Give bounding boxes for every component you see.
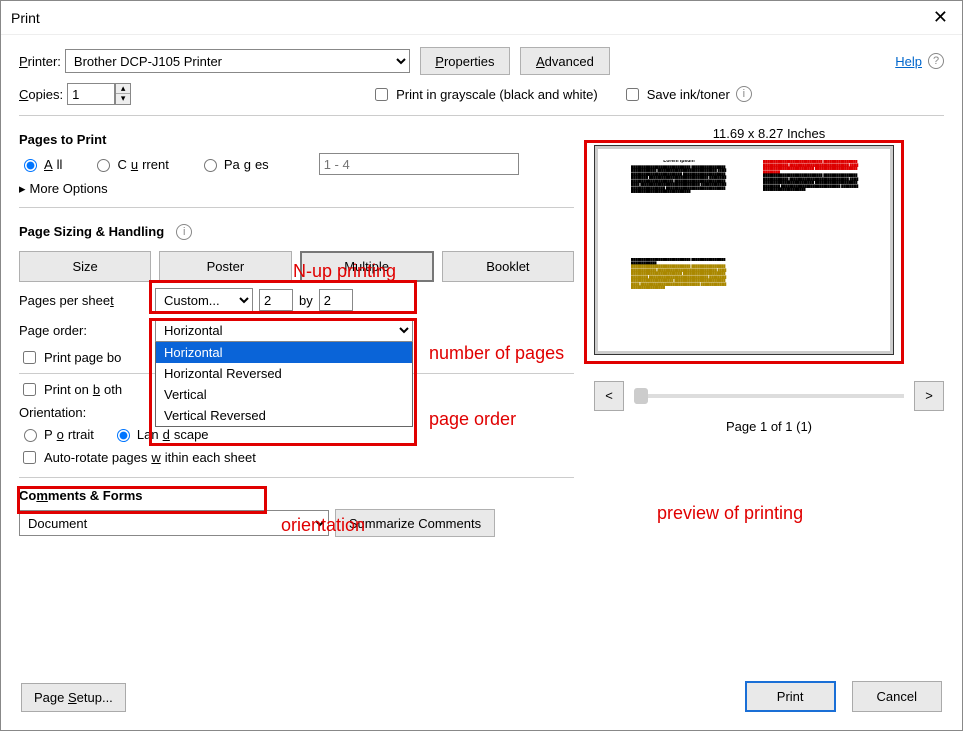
saveink-info-icon: i [736, 86, 752, 102]
preview-prev-button[interactable]: < [594, 381, 624, 411]
properties-button[interactable]: Properties [420, 47, 510, 75]
grayscale-checkbox[interactable]: Print in grayscale (black and white) [371, 85, 598, 104]
printer-label: Printer: [19, 54, 61, 69]
tab-booklet[interactable]: Booklet [442, 251, 574, 282]
print-button[interactable]: Print [745, 681, 836, 712]
pages-to-print-title: Pages to Print [19, 132, 574, 147]
print-dialog: Print ✕ Printer: Brother DCP-J105 Printe… [0, 0, 963, 731]
advanced-button[interactable]: Advanced [520, 47, 610, 75]
tab-poster[interactable]: Poster [159, 251, 291, 282]
autorotate-checkbox[interactable]: Auto-rotate pages within each sheet [19, 448, 256, 467]
pps-by-label: by [299, 293, 313, 308]
order-option-vertical-reversed[interactable]: Vertical Reversed [156, 405, 412, 426]
printer-select[interactable]: Brother DCP-J105 Printer [65, 49, 410, 73]
summarize-comments-button[interactable]: Summarize Comments [335, 509, 495, 537]
order-option-horizontal[interactable]: Horizontal [156, 342, 412, 363]
both-sides-checkbox[interactable]: Print on both [19, 380, 122, 399]
orientation-label: Orientation: [19, 405, 86, 420]
pages-range-input[interactable] [319, 153, 519, 175]
saveink-checkbox[interactable]: Save ink/toner [622, 85, 730, 104]
pps-label: Pages per sheet [19, 293, 149, 308]
page-setup-button[interactable]: Page Setup... [21, 683, 126, 712]
copies-input[interactable] [67, 83, 115, 105]
copies-spinner[interactable]: ▴▾ [115, 83, 131, 105]
preview-next-button[interactable]: > [914, 381, 944, 411]
order-option-vertical[interactable]: Vertical [156, 384, 412, 405]
preview-page-of: Page 1 of 1 (1) [594, 419, 944, 434]
order-option-horizontal-reversed[interactable]: Horizontal Reversed [156, 363, 412, 384]
order-dropdown-list: Horizontal Horizontal Reversed Vertical … [155, 342, 413, 427]
portrait-radio[interactable]: Portrait [19, 426, 94, 442]
print-border-checkbox[interactable]: Print page bo [19, 348, 121, 367]
sizing-title: Page Sizing & Handling [19, 224, 164, 239]
pages-all-radio[interactable]: All [19, 156, 62, 172]
tab-size[interactable]: Size [19, 251, 151, 282]
help-link[interactable]: Help [895, 54, 922, 69]
comments-title: Comments & Forms [19, 488, 574, 503]
order-select[interactable]: Horizontal [155, 318, 413, 342]
pages-range-radio[interactable]: Pages [199, 156, 269, 172]
preview-dimensions: 11.69 x 8.27 Inches [594, 126, 944, 141]
landscape-radio[interactable]: Landscape [112, 426, 209, 442]
copies-label: Copies: [19, 87, 63, 102]
window-title: Print [11, 10, 40, 26]
more-options-expander[interactable]: ▸More Options [19, 181, 574, 197]
help-info-icon[interactable]: ? [928, 53, 944, 69]
order-label: Page order: [19, 323, 149, 338]
comments-select[interactable]: Document [19, 510, 329, 536]
pps-cols-input[interactable] [259, 289, 293, 311]
pps-rows-input[interactable] [319, 289, 353, 311]
pages-current-radio[interactable]: Current [92, 156, 168, 172]
cancel-button[interactable]: Cancel [852, 681, 942, 712]
preview-slider[interactable] [634, 394, 904, 398]
sizing-info-icon: i [176, 224, 192, 240]
pps-select[interactable]: Custom... [155, 288, 253, 312]
close-icon[interactable]: ✕ [929, 7, 952, 28]
tab-multiple[interactable]: Multiple [300, 251, 434, 282]
titlebar: Print ✕ [1, 1, 962, 35]
print-preview: Lorem Ipsum ████████████████████████████… [594, 145, 894, 355]
